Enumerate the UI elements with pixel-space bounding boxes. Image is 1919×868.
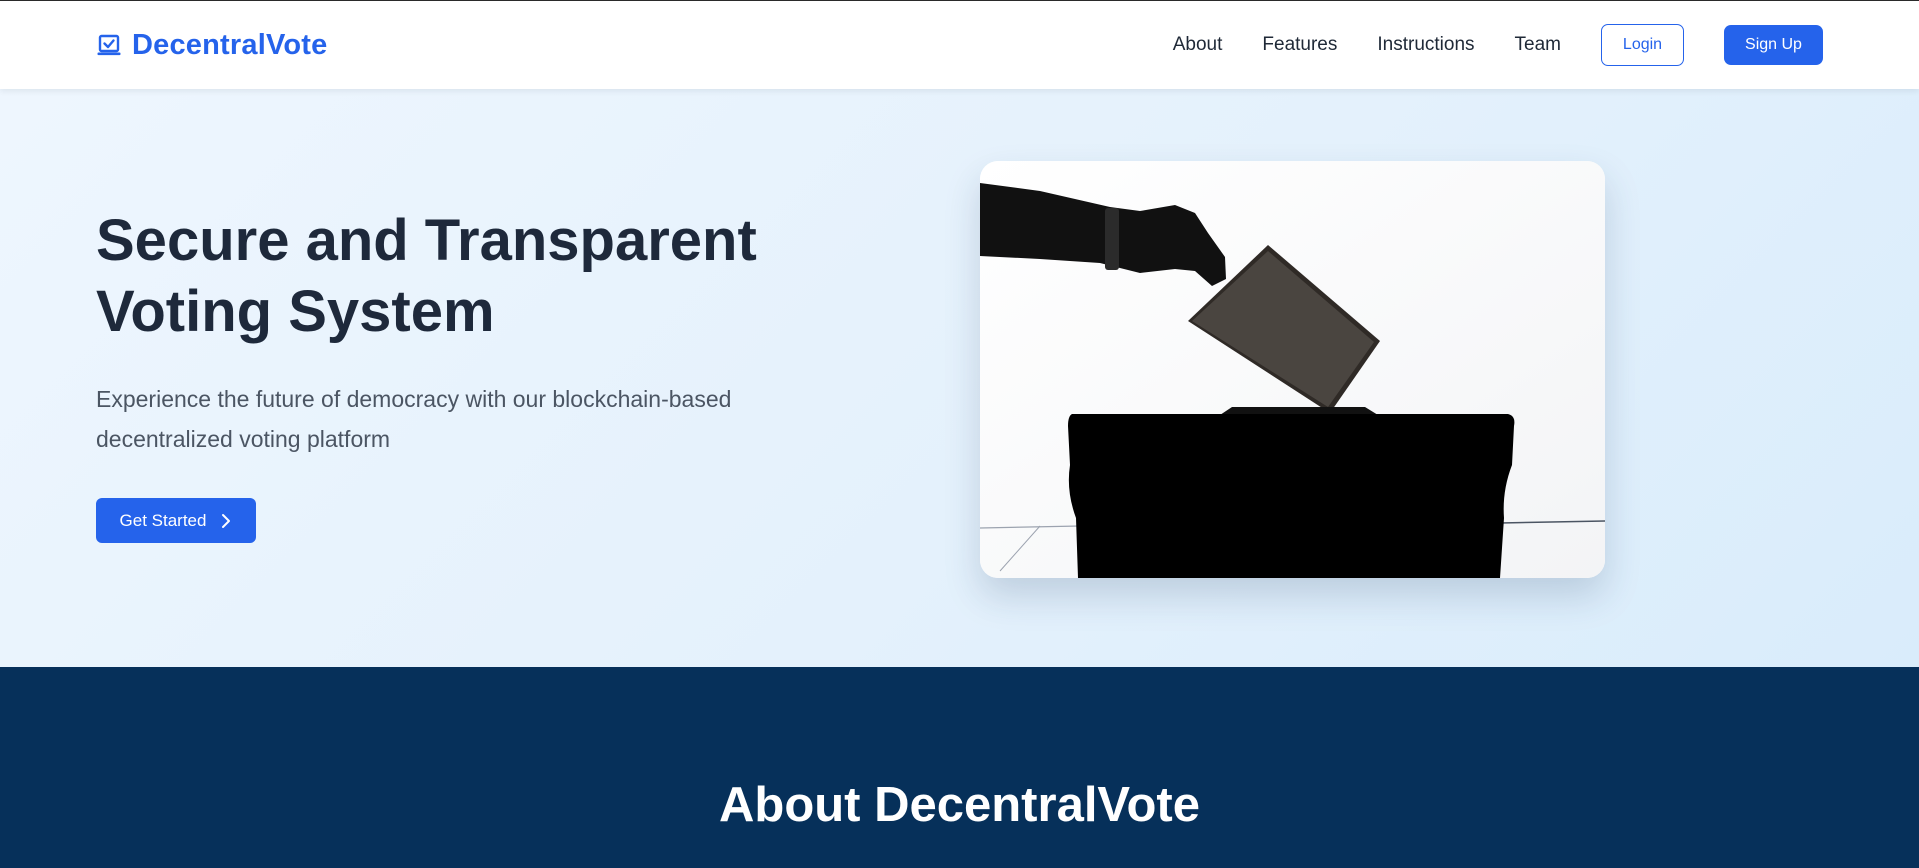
nav-link-about[interactable]: About (1173, 34, 1223, 56)
about-section: About DecentralVote (0, 667, 1919, 868)
signup-button[interactable]: Sign Up (1724, 25, 1823, 65)
get-started-label: Get Started (119, 510, 207, 530)
ballot-check-icon (96, 32, 122, 58)
nav-link-instructions[interactable]: Instructions (1377, 34, 1474, 56)
main-nav: About Features Instructions Team Login S… (1173, 24, 1823, 66)
site-header: DecentralVote About Features Instruction… (0, 1, 1919, 89)
about-title: About DecentralVote (719, 778, 1200, 832)
hero-section: Secure and Transparent Voting System Exp… (0, 89, 1919, 667)
brand-logo[interactable]: DecentralVote (96, 27, 327, 63)
hero-title: Secure and Transparent Voting System (96, 208, 757, 344)
hero-subtitle: Experience the future of democracy with … (96, 386, 732, 452)
chevron-right-icon (220, 513, 232, 529)
get-started-button[interactable]: Get Started (96, 498, 256, 543)
login-button[interactable]: Login (1601, 24, 1684, 66)
nav-link-features[interactable]: Features (1262, 34, 1337, 56)
ballot-box-image (980, 161, 1605, 578)
brand-name: DecentralVote (132, 28, 328, 61)
nav-link-team[interactable]: Team (1515, 34, 1561, 56)
